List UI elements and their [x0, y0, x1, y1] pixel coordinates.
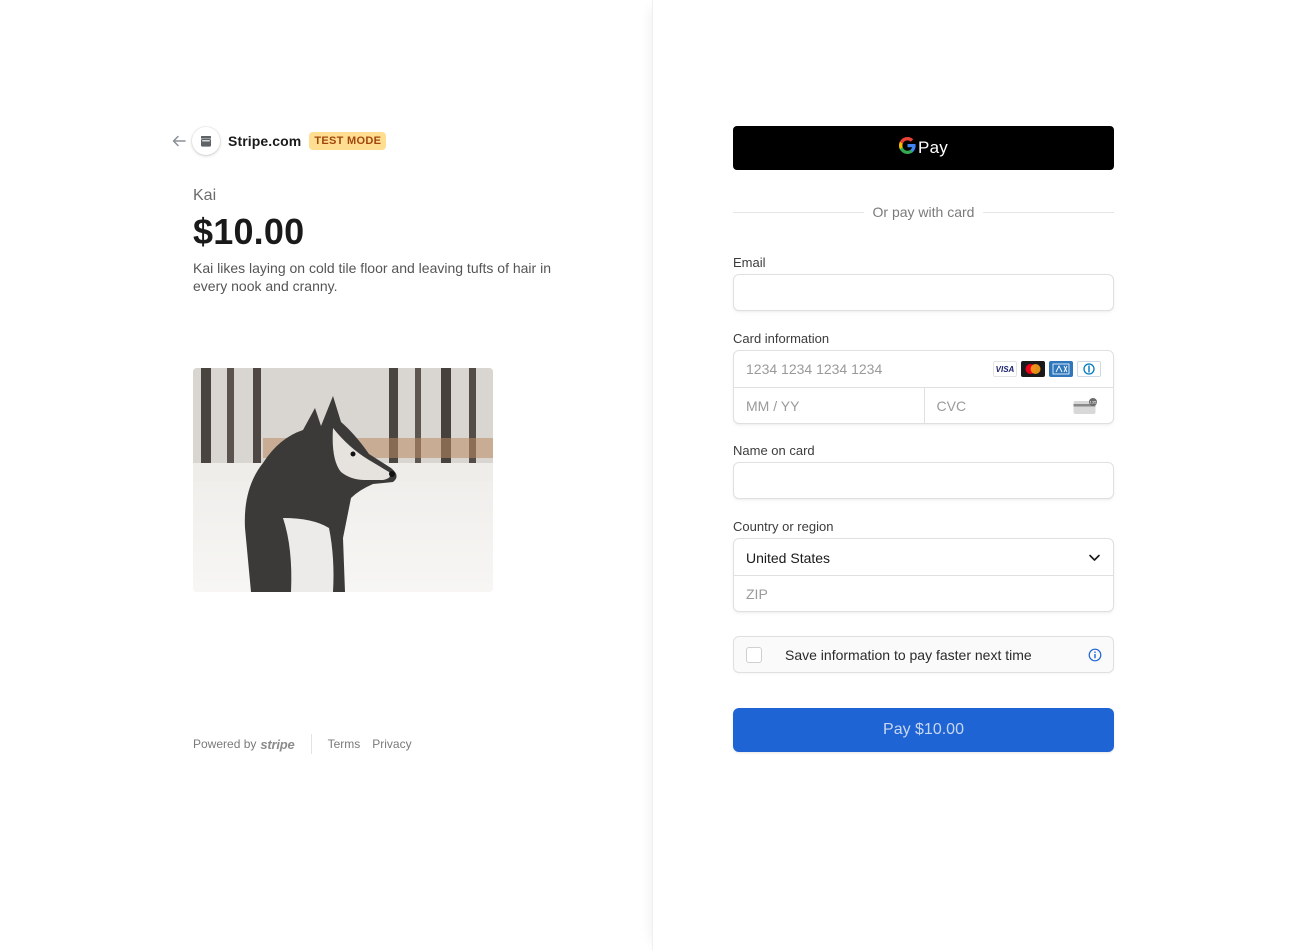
email-label: Email — [733, 255, 766, 270]
google-pay-button[interactable]: Pay — [733, 126, 1114, 170]
google-pay-label: Pay — [918, 138, 948, 157]
save-info-box: Save information to pay faster next time — [733, 636, 1114, 673]
product-description: Kai likes laying on cold tile floor and … — [193, 260, 551, 294]
amex-icon — [1049, 361, 1073, 377]
test-mode-badge: TEST MODE — [309, 132, 387, 150]
back-arrow-icon[interactable] — [170, 132, 188, 150]
footer-divider — [310, 734, 312, 754]
email-field[interactable] — [734, 275, 1113, 310]
mastercard-icon — [1021, 361, 1045, 377]
save-info-checkbox[interactable] — [746, 646, 762, 663]
cvc-cell: 135 — [923, 388, 1113, 423]
divider-line — [733, 211, 864, 213]
card-information-group: VISA 135 — [733, 350, 1114, 424]
name-on-card-label: Name on card — [733, 443, 815, 458]
merchant-name: Stripe.com — [228, 133, 302, 149]
zip-row — [734, 575, 1113, 611]
product-image — [193, 368, 493, 592]
chevron-down-icon — [1088, 551, 1101, 569]
divider-line — [983, 211, 1114, 213]
svg-text:VISA: VISA — [996, 365, 1015, 373]
visa-icon: VISA — [993, 361, 1017, 377]
country-selected-value: United States — [746, 550, 831, 566]
save-info-label: Save information to pay faster next time — [785, 646, 1032, 663]
email-field-box — [733, 274, 1114, 311]
footer: Powered by stripe Terms Privacy — [193, 734, 424, 754]
card-brand-icons: VISA — [993, 361, 1101, 377]
name-on-card-field[interactable] — [734, 463, 1113, 498]
expiry-cell — [734, 388, 924, 423]
terms-link[interactable]: Terms — [328, 737, 361, 751]
expiry-input[interactable] — [734, 388, 924, 423]
card-number-row: VISA — [734, 351, 1113, 387]
merchant-header: Stripe.com TEST MODE — [170, 126, 387, 156]
country-select[interactable]: United States — [734, 539, 1113, 575]
svg-text:135: 135 — [1090, 400, 1097, 405]
country-label: Country or region — [733, 519, 834, 534]
product-name: Kai — [193, 187, 217, 204]
privacy-link[interactable]: Privacy — [372, 737, 411, 751]
zip-input[interactable] — [734, 576, 1113, 611]
country-zip-group: United States — [733, 538, 1114, 612]
or-divider: Or pay with card — [733, 202, 1114, 222]
store-icon — [192, 127, 220, 155]
google-g-icon — [899, 137, 916, 159]
expiry-cvc-row: 135 — [734, 387, 1113, 423]
cvc-card-icon: 135 — [1073, 398, 1099, 419]
product-price: $10.00 — [193, 211, 305, 252]
diners-icon — [1077, 361, 1101, 377]
stripe-logo[interactable]: stripe — [260, 737, 294, 752]
divider-text: Or pay with card — [872, 204, 975, 220]
pay-button[interactable]: Pay $10.00 — [733, 708, 1114, 752]
card-information-label: Card information — [733, 331, 830, 346]
name-on-card-box — [733, 462, 1114, 499]
payment-form-panel: Pay Or pay with card Email Card informat… — [652, 0, 1304, 950]
powered-by-text: Powered by — [193, 737, 257, 751]
info-icon[interactable] — [1088, 648, 1102, 667]
product-summary-panel: Stripe.com TEST MODE Kai $10.00 Kai like… — [0, 0, 652, 950]
